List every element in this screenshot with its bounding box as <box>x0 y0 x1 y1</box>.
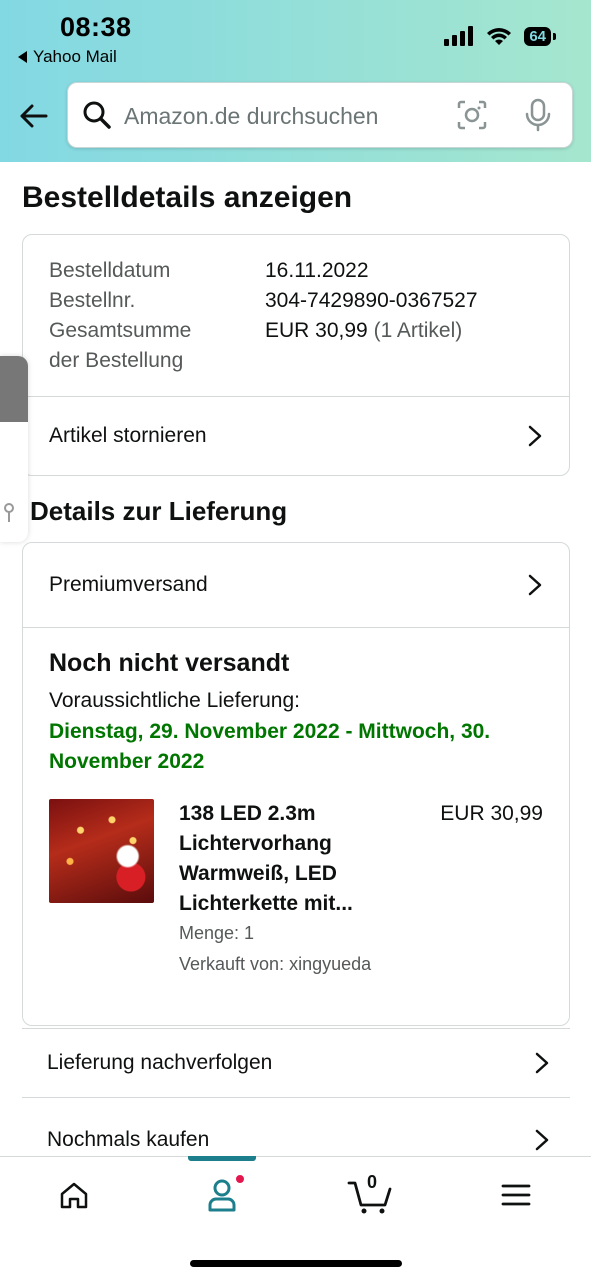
cart-count: 0 <box>367 1172 378 1192</box>
signal-icon <box>444 26 474 46</box>
shipment-status: Noch nicht versandt <box>49 649 290 677</box>
chevron-right-icon <box>535 1129 549 1151</box>
wifi-icon <box>487 28 512 45</box>
nav-account[interactable] <box>192 1173 252 1215</box>
status-icons: 64 <box>444 26 556 46</box>
nav-menu[interactable] <box>486 1175 546 1215</box>
back-arrow-icon[interactable] <box>16 98 52 134</box>
home-icon <box>60 1182 88 1209</box>
order-item-count: (1 Artikel) <box>373 319 463 342</box>
nav-cart[interactable]: 0 <box>340 1172 400 1215</box>
notification-dot <box>234 1173 246 1185</box>
order-summary-card: Bestelldatum 16.11.2022 Bestellnr. 304-7… <box>22 234 570 476</box>
nav-home[interactable] <box>44 1175 104 1215</box>
home-indicator <box>190 1260 402 1267</box>
order-total-label-line2: der Bestellung <box>49 349 184 372</box>
cancel-items-label: Artikel stornieren <box>49 424 207 447</box>
nav-active-indicator <box>188 1156 256 1161</box>
order-total-label-line1: Gesamtsumme <box>49 319 192 342</box>
track-delivery-content: Lieferung nachverfolgen <box>22 1029 570 1097</box>
order-number-value: 304-7429890-0367527 <box>265 289 478 312</box>
product-seller: Verkauft von: xingyueda <box>179 954 372 974</box>
hamburger-menu-icon <box>501 1184 531 1206</box>
product-image[interactable] <box>49 799 154 903</box>
search-input[interactable] <box>124 97 424 135</box>
order-total-value-group: EUR 30,99 (1 Artikel) <box>265 316 462 346</box>
drawer-icon <box>4 503 14 522</box>
chevron-right-icon <box>528 574 542 596</box>
product-title[interactable]: 138 LED 2.3m Lichtervorhang Warmweiß, LE… <box>179 799 389 919</box>
divider <box>23 627 569 628</box>
expected-delivery-dates: Dienstag, 29. November 2022 - Mittwoch, … <box>49 720 491 773</box>
header: 08:38 Yahoo Mail 64 <box>0 0 591 162</box>
side-drawer-handle[interactable] <box>0 356 28 542</box>
page-title: Bestelldetails anzeigen <box>22 181 353 214</box>
side-drawer-thumb <box>0 356 28 422</box>
microphone-icon[interactable] <box>524 98 552 132</box>
delivery-section-title: Details zur Lieferung <box>30 496 288 526</box>
search-bar[interactable] <box>67 82 573 148</box>
battery-indicator: 64 <box>524 26 556 46</box>
chevron-right-icon <box>528 425 542 447</box>
shipping-method-label: Premiumversand <box>49 573 208 596</box>
track-delivery-label: Lieferung nachverfolgen <box>47 1051 273 1074</box>
buy-again-row[interactable]: Nochmals kaufen <box>22 1106 570 1158</box>
cancel-items-row[interactable]: Artikel stornieren <box>23 397 569 475</box>
search-icon <box>83 101 111 129</box>
expected-delivery-label: Voraussichtliche Lieferung: <box>49 689 300 712</box>
back-to-app-link[interactable]: Yahoo Mail <box>18 47 117 67</box>
chevron-right-icon <box>535 1052 549 1074</box>
order-total-value: EUR 30,99 <box>265 319 368 342</box>
shipping-method-row[interactable]: Premiumversand <box>23 543 569 627</box>
order-date-value: 16.11.2022 <box>265 259 369 282</box>
product-price: EUR 30,99 <box>440 802 543 825</box>
product-quantity: Menge: 1 <box>179 923 255 943</box>
buy-again-label: Nochmals kaufen <box>47 1128 210 1151</box>
back-triangle-icon <box>18 51 27 63</box>
delivery-card: Premiumversand Noch nicht versandt Vorau… <box>22 542 570 1026</box>
back-app-label: Yahoo Mail <box>33 47 117 66</box>
order-date-label: Bestelldatum <box>49 259 171 282</box>
order-number-label: Bestellnr. <box>49 289 136 312</box>
camera-search-icon[interactable] <box>456 99 488 131</box>
user-icon <box>208 1179 236 1212</box>
status-time: 08:38 <box>60 12 132 42</box>
track-delivery-row[interactable]: Lieferung nachverfolgen <box>22 1028 570 1098</box>
